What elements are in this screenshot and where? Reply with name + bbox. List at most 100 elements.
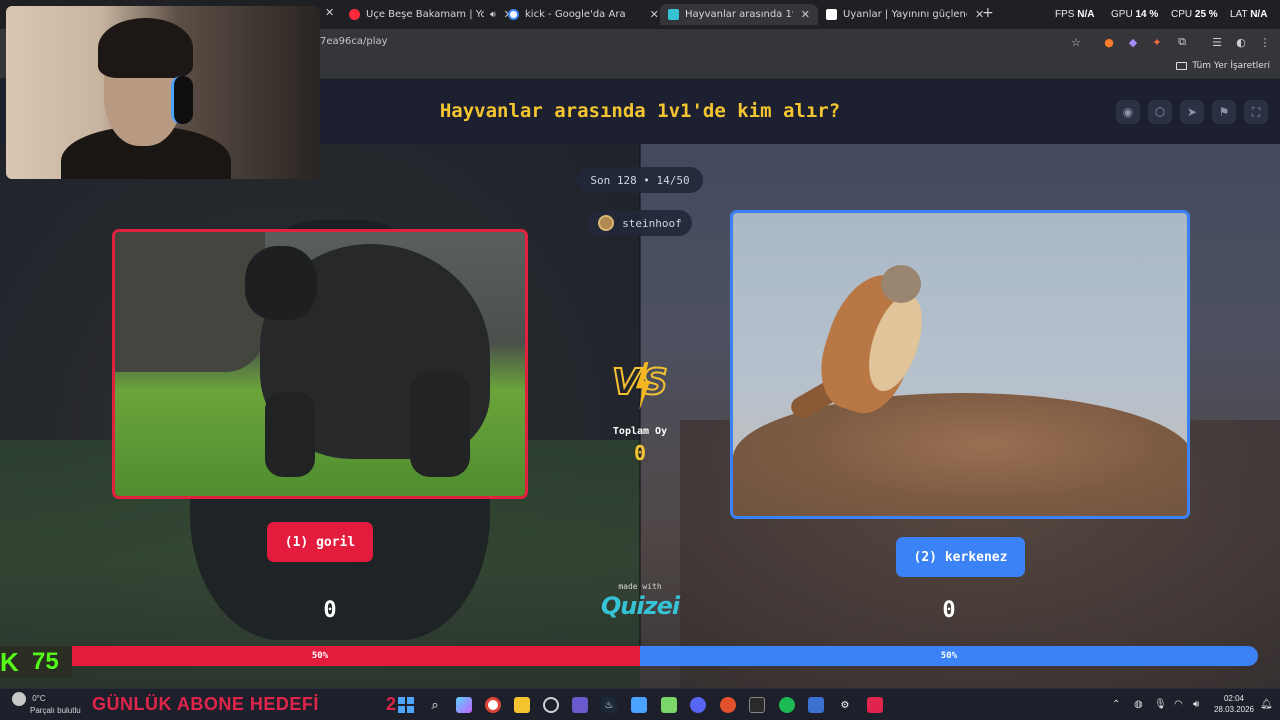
close-tab-icon[interactable]: ✕ [801,8,810,21]
fps-value: N/A [1077,9,1095,20]
fps-label: FPS [1055,9,1075,20]
notification-icon[interactable]: 🔔︎ [1260,699,1273,710]
gorilla-image [115,232,525,496]
share-icon[interactable]: ⬡ [1148,100,1172,124]
file-explorer-icon[interactable] [514,697,530,713]
score-left: 0 [323,598,337,623]
fps-readout: FPS N/A [1055,9,1094,20]
vote-kestrel-button[interactable]: (2) kerkenez [896,537,1025,577]
gpu-readout: GPU 14 % [1111,9,1158,20]
gpu-value: 14 % [1135,9,1159,20]
audio-icon[interactable]: 🔊︎ [490,10,496,20]
lat-label: LAT [1230,9,1248,20]
total-votes-value: 0 [633,441,647,465]
total-votes-label: Toplam Oy [612,426,668,437]
cloud-icon [12,692,26,706]
discord-icon[interactable] [690,697,706,713]
extension-icon[interactable]: ✦ [1150,35,1164,49]
lat-readout: LAT N/A [1230,9,1267,20]
webcam-overlay [6,6,320,179]
clock-date: 28.03.2026 [1213,705,1255,714]
bookmark-star-icon[interactable]: ☆ [1069,35,1083,49]
clock-time: 02:04 [1223,694,1245,703]
app-icon[interactable] [867,697,883,713]
windows-start-icon[interactable] [398,697,414,713]
tab-label: kick - Google'da Ara [525,9,626,20]
url-field[interactable]: 7ea96ca/play [320,36,388,47]
app-icon[interactable] [631,697,647,713]
reading-list-icon[interactable]: ☰ [1210,35,1224,49]
app-icon[interactable] [661,697,677,713]
score-right: 0 [942,598,956,623]
weather-widget[interactable]: 0°C Parçalı bulutlu [12,692,81,716]
tab-uyanlar[interactable]: Uyanlar | Yayınını güçlendirmek ✕ [826,4,984,25]
vote-gorilla-button[interactable]: (1) goril [267,522,373,562]
close-tab-icon[interactable]: ✕ [325,6,334,19]
lat-value: N/A [1250,9,1268,20]
vote-bar-right: 50% [640,646,1258,666]
spotify-icon[interactable] [779,697,795,713]
headset-icon [171,76,193,124]
sub-goal-text: GÜNLÜK ABONE HEDEFİ [92,694,319,714]
quizei-logo[interactable]: Quizei [596,592,684,620]
tab-quizei[interactable]: Hayvanlar arasında 1v1'de kim ✕ [660,4,818,25]
clock[interactable]: 02:04 28.03.2026 [1212,693,1256,715]
app-icon[interactable] [749,697,765,713]
wifi-icon[interactable]: ◠ [1174,699,1183,710]
puzzle-icon[interactable]: ⧉ [1175,35,1189,49]
site-icon [826,9,837,20]
tab-google[interactable]: kick - Google'da Ara ✕ [508,4,659,25]
cpu-readout: CPU 25 % [1171,9,1218,20]
folder-icon [1176,62,1188,70]
tab-label: Üçe Beşe Bakamam | YouTu [366,9,484,20]
user-badge: steinhoof [588,210,692,236]
kick-sub-counter: K 75 [0,646,72,678]
chevron-up-icon[interactable]: ⌃ [1112,699,1120,710]
option-card-right[interactable] [730,210,1190,519]
profile-icon[interactable]: ◐ [1234,35,1248,49]
flag-icon[interactable]: ⚑ [1212,100,1236,124]
fullscreen-icon[interactable]: ⛶ [1244,100,1268,124]
network-icon[interactable]: ◍ [1134,699,1143,710]
vote-progress-bar: 50% 50% [0,646,1258,666]
google-icon [508,9,519,20]
tab-youtube[interactable]: Üçe Beşe Bakamam | YouTu 🔊︎ ✕ [349,4,513,25]
all-bookmarks-button[interactable]: Tüm Yer İşaretleri [1176,61,1270,71]
option-card-left[interactable] [112,229,528,499]
chrome-icon[interactable] [485,697,501,713]
copilot-icon[interactable] [456,697,472,713]
app-icon[interactable] [720,697,736,713]
weather-temp: 0°C [32,694,46,704]
kestrel-image [733,213,1187,516]
extension-icon[interactable]: ◆ [1126,35,1140,49]
volume-icon[interactable]: 🔊︎ [1193,699,1199,710]
youtube-icon [349,9,360,20]
vote-bar-left: 50% [0,646,640,666]
settings-icon[interactable]: ⚙ [837,697,853,713]
tab-label: Uyanlar | Yayınını güçlendirmek [843,9,967,20]
app-icon[interactable] [808,697,824,713]
kick-icon: K [0,647,19,677]
extension-icon[interactable]: ● [1102,35,1116,49]
avatar [598,215,615,231]
app-icon[interactable] [572,697,588,713]
made-with-label: made with [618,582,662,591]
all-bookmarks-label: Tüm Yer İşaretleri [1192,61,1270,71]
eye-icon[interactable]: ◉ [1116,100,1140,124]
tab-label: Hayvanlar arasında 1v1'de kim [685,9,793,20]
cpu-value: 25 % [1194,9,1218,20]
kick-count: 75 [32,648,59,675]
weather-desc: Parçalı bulutlu [30,706,81,715]
new-tab-button[interactable]: + [982,5,994,21]
taskbar: 0°C Parçalı bulutlu GÜNLÜK ABONE HEDEFİ … [0,688,1280,720]
mic-icon[interactable]: 🎙︎ [1154,699,1167,710]
close-tab-icon[interactable]: ✕ [650,8,659,21]
send-icon[interactable]: ➤ [1180,100,1204,124]
vs-badge: VS [611,361,672,412]
steam-icon[interactable]: ♨ [601,697,617,713]
menu-icon[interactable]: ⋮ [1258,35,1272,49]
search-icon[interactable]: ⌕ [427,697,443,713]
app-icon[interactable] [543,697,559,713]
sub-goal-count: 2 [386,694,397,714]
cpu-label: CPU [1171,9,1193,20]
